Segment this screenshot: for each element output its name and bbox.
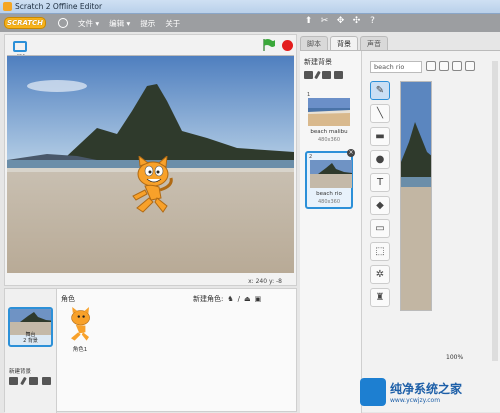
stage-thumbnail[interactable]: 舞台 2 背景 bbox=[8, 307, 53, 347]
ellipse-tool-icon[interactable]: ● bbox=[370, 150, 390, 169]
clear-icon[interactable] bbox=[426, 61, 436, 71]
library-icon[interactable] bbox=[9, 377, 18, 385]
tab-scripts[interactable]: 脚本 bbox=[300, 36, 328, 50]
mouse-coords: x: 240 y: -8 bbox=[248, 278, 282, 285]
delete-icon[interactable]: ✂ bbox=[318, 16, 331, 26]
menu-about[interactable]: 关于 bbox=[165, 18, 180, 29]
fill-tool-icon[interactable]: ◆ bbox=[370, 196, 390, 215]
backdrop-paint-icon[interactable] bbox=[314, 70, 321, 80]
new-sprite-bar: 新建角色: ♞ / ⏏ ▣ bbox=[193, 294, 261, 304]
new-backdrop-tools bbox=[9, 376, 51, 386]
menu-bar: SCRATCH 文件 ▾ 编辑 ▾ 提示 关于 bbox=[0, 14, 500, 32]
redo-icon[interactable] bbox=[465, 61, 475, 71]
menu-edit[interactable]: 编辑 ▾ bbox=[109, 18, 130, 29]
paint-canvas[interactable] bbox=[400, 81, 432, 311]
new-backdrop-label: 新建背景 bbox=[9, 369, 32, 375]
select-remove-tool-icon[interactable]: ✲ bbox=[370, 265, 390, 284]
stop-button[interactable] bbox=[282, 40, 293, 51]
language-globe-icon[interactable] bbox=[58, 18, 68, 28]
backdrop-library-icon[interactable] bbox=[304, 71, 313, 79]
cat-sprite[interactable] bbox=[127, 156, 177, 216]
editor-top-tools bbox=[426, 61, 475, 71]
tab-sounds[interactable]: 声音 bbox=[360, 36, 388, 50]
cat-thumb-image bbox=[71, 307, 90, 341]
backdrop-upload-icon[interactable] bbox=[322, 71, 331, 79]
eraser-tool-icon[interactable]: ▭ bbox=[370, 219, 390, 238]
grow-icon[interactable]: ✥ bbox=[334, 16, 347, 26]
camera-sprite-icon[interactable]: ▣ bbox=[255, 295, 262, 303]
stage-column: 舞台 2 背景 新建背景 bbox=[5, 289, 57, 413]
paint-sprite-icon[interactable]: / bbox=[238, 295, 240, 303]
undo-icon[interactable] bbox=[452, 61, 462, 71]
backdrop-panel: 新建背景 1 beach malibu 480x360 2 × beach ri… bbox=[300, 50, 500, 413]
help-icon[interactable]: ? bbox=[366, 16, 379, 26]
paint-canvas-image bbox=[401, 82, 431, 310]
backdrop-list: 新建背景 1 beach malibu 480x360 2 × beach ri… bbox=[300, 51, 362, 413]
editor-scrollbar[interactable] bbox=[492, 61, 498, 361]
import-icon[interactable] bbox=[439, 61, 449, 71]
title-bar: Scratch 2 Offline Editor bbox=[0, 0, 500, 14]
stage-size-button[interactable] bbox=[13, 41, 27, 52]
text-tool-icon[interactable]: T bbox=[370, 173, 390, 192]
beach-rio-thumb bbox=[310, 160, 352, 188]
line-tool-icon[interactable]: ╲ bbox=[370, 104, 390, 123]
scratch-logo[interactable]: SCRATCH bbox=[4, 17, 46, 29]
new-sprite-label: 新建角色: bbox=[193, 295, 224, 303]
new-backdrop-header: 新建背景 bbox=[304, 58, 332, 66]
sprite-library-icon[interactable]: ♞ bbox=[227, 295, 233, 303]
window-title: Scratch 2 Offline Editor bbox=[15, 2, 103, 11]
paint-toolbar: ✎ ╲ ▬ ● T ◆ ▭ ⬚ ✲ ♜ bbox=[370, 81, 392, 307]
watermark-title: 纯净系统之家 bbox=[390, 382, 463, 396]
delete-backdrop-icon[interactable]: × bbox=[347, 149, 355, 157]
backdrop-name-field[interactable]: beach rio bbox=[370, 61, 422, 73]
watermark: 纯净系统之家 www.ycwjzy.com bbox=[360, 372, 500, 412]
paint-editor: beach rio ✎ ╲ ▬ ● T ◆ ▭ ⬚ ✲ ♜ 100% bbox=[364, 51, 500, 413]
stage-canvas[interactable] bbox=[7, 55, 294, 273]
backdrop-item[interactable]: 1 beach malibu 480x360 bbox=[305, 91, 353, 149]
sprite-thumb[interactable]: 角色1 bbox=[65, 307, 95, 353]
sprites-header: 角色 bbox=[61, 295, 75, 303]
stage-area: v451 bbox=[4, 34, 297, 286]
app-icon bbox=[3, 2, 12, 11]
shrink-icon[interactable]: ✣ bbox=[350, 16, 363, 26]
menu-tips[interactable]: 提示 bbox=[140, 18, 155, 29]
stage-label: 舞台 2 背景 bbox=[23, 332, 38, 344]
sprite-name: 角色1 bbox=[72, 347, 88, 353]
backdrop-item-selected[interactable]: 2 × beach rio 480x360 bbox=[305, 149, 355, 209]
upload-sprite-icon[interactable]: ⏏ bbox=[244, 295, 251, 303]
tab-backdrops[interactable]: 背景 bbox=[330, 36, 358, 50]
watermark-logo bbox=[360, 378, 386, 406]
editor-tabs: 脚本 背景 声音 bbox=[300, 36, 388, 50]
paint-brush-icon[interactable] bbox=[20, 376, 27, 386]
watermark-url: www.ycwjzy.com bbox=[390, 397, 441, 404]
duplicate-icon[interactable]: ⬆ bbox=[302, 16, 315, 26]
stamp-tool-icon[interactable]: ♜ bbox=[370, 288, 390, 307]
backdrop-add-tools bbox=[304, 70, 343, 80]
rectangle-tool-icon[interactable]: ▬ bbox=[370, 127, 390, 146]
backdrop-camera-icon[interactable] bbox=[334, 71, 343, 79]
menu-file[interactable]: 文件 ▾ bbox=[78, 18, 99, 29]
zoom-level: 100% bbox=[446, 354, 464, 361]
green-flag-icon[interactable] bbox=[262, 39, 276, 51]
sprite-pane: 舞台 2 背景 新建背景 角色 新建角色: ♞ / ⏏ ▣ 角色1 bbox=[4, 288, 297, 413]
brush-tool-icon[interactable]: ✎ bbox=[370, 81, 390, 100]
select-tool-icon[interactable]: ⬚ bbox=[370, 242, 390, 261]
beach-malibu-thumb bbox=[308, 98, 350, 126]
upload-icon[interactable] bbox=[29, 377, 38, 385]
camera-icon[interactable] bbox=[42, 377, 51, 385]
